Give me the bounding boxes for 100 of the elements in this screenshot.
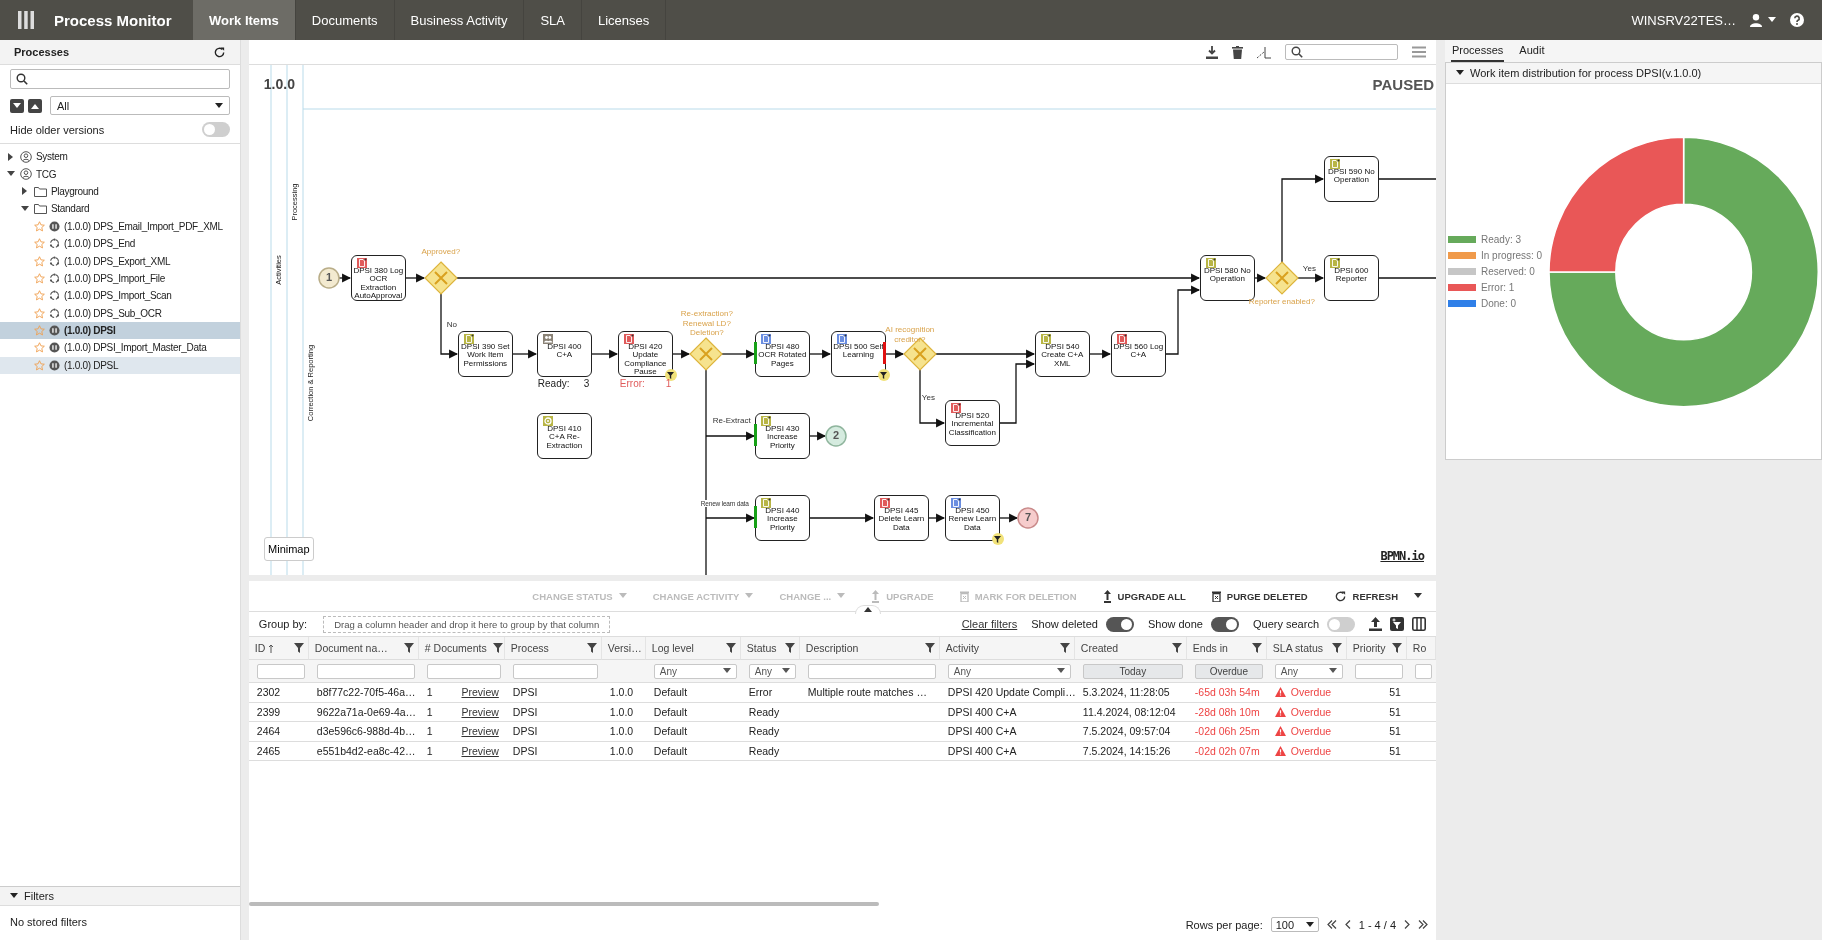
filters-header[interactable]: Filters xyxy=(0,886,240,906)
table-cell: 2399 xyxy=(248,702,309,722)
preview-link[interactable]: Preview xyxy=(461,705,499,718)
tree-item[interactable]: (1.0.0) DPSI_Import_Master_Data xyxy=(0,339,240,357)
version-label: 1.0.0 xyxy=(263,76,295,92)
column-header[interactable]: Document na… xyxy=(308,637,419,660)
tree-item[interactable]: (1.0.0) DPS_Import_File xyxy=(0,269,240,288)
table-cell: 1.0.0 xyxy=(601,741,646,761)
task-label: DPSI 520 Incremental Classification xyxy=(947,412,997,438)
task-label: DPSI 540 Create C+A XML xyxy=(1040,343,1085,369)
rows-per-page-label: Rows per page: xyxy=(1185,918,1263,931)
rows-per-page-select[interactable]: 100 xyxy=(1270,917,1319,932)
filter-select[interactable]: Any xyxy=(1274,663,1343,679)
table-cell: Default xyxy=(645,722,741,742)
logo-link[interactable]: BPMN.io xyxy=(1380,549,1424,563)
task-node[interactable]: DPSI 520 Incremental Classification xyxy=(944,400,1000,446)
tree-item[interactable]: (1.0.0) DPS_Import_Scan xyxy=(0,287,240,305)
event-number: 7 xyxy=(1024,511,1031,524)
table-cell: 2465 xyxy=(248,741,309,761)
tree-item[interactable]: System xyxy=(0,148,240,166)
filter-button[interactable]: Today xyxy=(1082,663,1183,679)
column-header[interactable]: Process xyxy=(504,637,602,660)
task-node[interactable]: DPSI 410 C+A Re-Extraction xyxy=(536,413,592,459)
counter-value: 1 xyxy=(665,378,672,389)
tree-item[interactable]: (1.0.0) DPS_Email_Import_PDF_XML xyxy=(0,217,240,235)
filter-button[interactable]: Overdue xyxy=(1194,663,1263,679)
task-node[interactable]: DPSI 380 Log OCR Extraction AutoApproval xyxy=(350,255,406,301)
table-cell: Default xyxy=(645,683,741,703)
task-node[interactable]: DPSI 445 Delete Learn Data xyxy=(873,495,929,541)
tree-item[interactable]: TCG xyxy=(0,165,240,183)
version-select[interactable]: All xyxy=(50,96,230,115)
tree-item[interactable]: Standard xyxy=(0,200,240,218)
table-cell: 2302 xyxy=(248,683,309,703)
column-header[interactable]: Ro xyxy=(1406,637,1436,660)
table-cell: -65d 03h 54m xyxy=(1186,683,1267,703)
table-cell: 1 xyxy=(426,725,433,738)
task-node[interactable]: DPSI 590 No Operation xyxy=(1323,156,1379,202)
table-cell: DPSI xyxy=(504,722,602,742)
legend-label: Reserved: 0 xyxy=(1481,266,1535,277)
filter-select[interactable]: Any xyxy=(653,663,737,679)
action-button[interactable]: UPGRADE ALL xyxy=(1100,587,1188,605)
column-header[interactable]: Priority xyxy=(1346,637,1407,660)
task-node[interactable]: DPSI 390 Set Work Item Permissions xyxy=(457,331,513,377)
table-cell: DPSI 400 C+A xyxy=(939,702,1075,722)
tree-item[interactable]: (1.0.0) DPS_Sub_OCR xyxy=(0,304,240,322)
table-cell: e551b4d2-ea8c-42… xyxy=(308,741,419,761)
table-cell: -02d 06h 25m xyxy=(1186,722,1267,742)
column-header[interactable]: ID xyxy=(248,637,309,660)
filter-select[interactable]: Any xyxy=(748,663,796,679)
task-label: DPSI 580 No Operation xyxy=(1202,267,1252,284)
preview-link[interactable]: Preview xyxy=(461,686,499,699)
nav-tab[interactable]: Work Items xyxy=(193,0,296,40)
task-label: DPSI 380 Log OCR Extraction AutoApproval xyxy=(352,267,404,301)
filter-select[interactable]: Any xyxy=(947,663,1071,679)
action-button[interactable]: REFRESH xyxy=(1331,587,1400,605)
tree-item[interactable]: (1.0.0) DPS_Export_XML xyxy=(0,252,240,270)
clear-filters-link[interactable]: Clear filters xyxy=(961,618,1018,630)
tree-item[interactable]: Playground xyxy=(0,182,240,201)
task-node[interactable]: DPSI 600 Reporter xyxy=(1323,255,1379,301)
table-cell: 5.3.2024, 11:28:05 xyxy=(1074,683,1187,703)
task-node[interactable]: DPSI 400 C+A xyxy=(536,331,592,377)
panel-tab[interactable]: Audit xyxy=(1518,40,1546,62)
group-by-dropzone[interactable]: Drag a column header and drop it here to group by that column xyxy=(323,615,611,633)
column-header[interactable]: # Documents xyxy=(418,637,505,660)
column-header[interactable]: Activity xyxy=(939,637,1075,660)
task-node[interactable]: DPSI 440 Increase Priority xyxy=(754,495,810,541)
action-button[interactable]: PURGE DELETED xyxy=(1209,588,1310,604)
column-header[interactable]: SLA status xyxy=(1266,637,1347,660)
table-cell: Ready xyxy=(740,702,800,722)
task-label: DPSI 480 OCR Rotated Pages xyxy=(757,343,808,369)
table-cell: -28d 08h 10m xyxy=(1186,702,1267,722)
minimap-button[interactable]: Minimap xyxy=(263,537,314,561)
tree-item[interactable]: (1.0.0) DPS_End xyxy=(0,234,240,253)
card-header[interactable]: Work item distribution for process DPSI(v.1.0.0) xyxy=(1446,63,1821,84)
page-range: 1 - 4 / 4 xyxy=(1358,918,1396,931)
empty-message: No stored filters xyxy=(10,916,88,928)
preview-link[interactable]: Preview xyxy=(461,725,499,738)
task-label: DPSI 400 C+A xyxy=(546,343,583,360)
task-label: DPSI 450 Renew Learn Data xyxy=(947,507,998,533)
toggle-label: Show done xyxy=(1147,618,1203,630)
task-label: DPSI 560 Log C+A xyxy=(1112,343,1164,360)
task-node[interactable]: DPSI 560 Log C+A xyxy=(1110,331,1166,377)
task-label: DPSI 440 Increase Priority xyxy=(764,507,801,533)
task-node[interactable]: DPSI 480 OCR Rotated Pages xyxy=(754,331,810,377)
task-node[interactable]: DPSI 430 Increase Priority xyxy=(754,413,810,459)
tree-item[interactable]: (1.0.0) DPSI xyxy=(0,321,240,340)
flow-label: Yes xyxy=(921,393,935,402)
task-node[interactable]: DPSI 540 Create C+A XML xyxy=(1034,331,1090,377)
column-header[interactable]: Ends in xyxy=(1186,637,1267,660)
table-cell: 1 xyxy=(426,686,433,699)
column-header[interactable]: Log level xyxy=(645,637,741,660)
column-header[interactable]: Status xyxy=(740,637,800,660)
table-cell: 51 xyxy=(1346,722,1407,742)
column-header[interactable]: Created xyxy=(1074,637,1187,660)
tree-item[interactable]: (1.0.0) DPSL xyxy=(0,356,240,375)
column-header[interactable]: Description xyxy=(799,637,940,660)
column-header[interactable]: Versi… xyxy=(601,637,646,660)
preview-link[interactable]: Preview xyxy=(461,744,499,757)
counter-label: Ready: xyxy=(537,378,570,389)
counter-label: Error: xyxy=(619,378,645,389)
